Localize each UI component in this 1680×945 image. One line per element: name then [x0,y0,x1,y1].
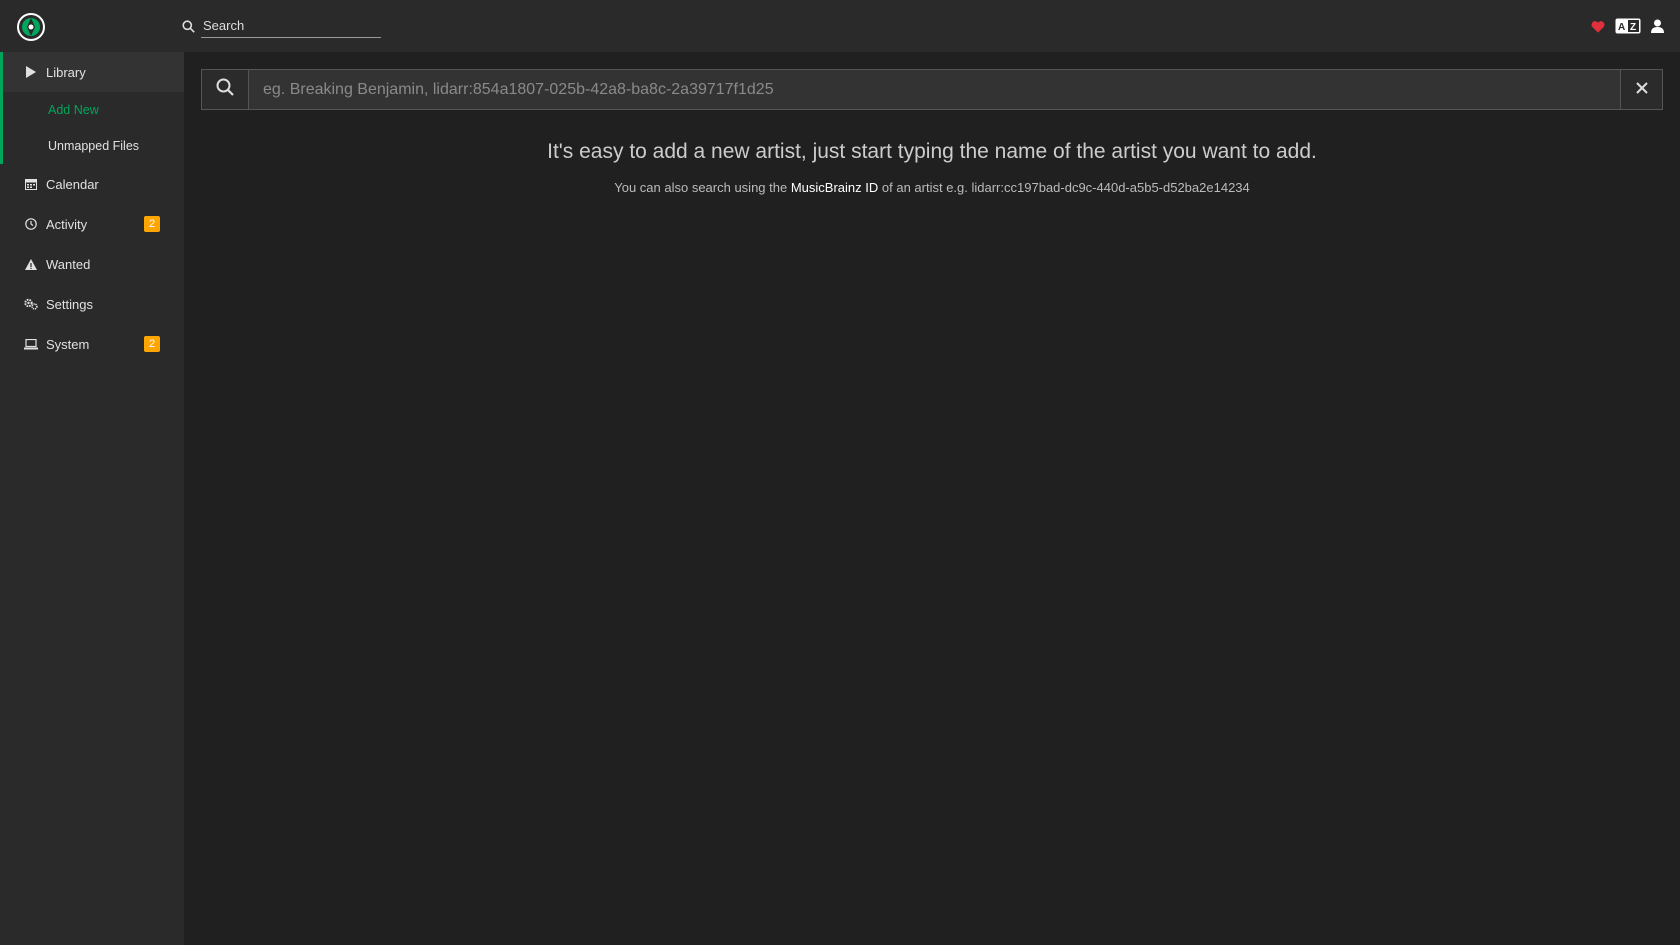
activity-count-badge: 2 [144,216,160,232]
play-icon [24,65,38,79]
svg-text:Z: Z [1630,22,1636,33]
sidebar-item-calendar[interactable]: Calendar [0,164,184,204]
system-count-badge: 2 [144,336,160,352]
sidebar-item-label: System [46,336,90,352]
calendar-icon [24,177,38,191]
gears-icon [24,297,38,311]
sidebar-item-label: Calendar [46,176,99,192]
search-icon [216,78,234,101]
artist-search-input[interactable] [249,70,1620,109]
search-icon [182,18,195,34]
help-sub-prefix: You can also search using the [614,180,788,195]
clock-icon [24,217,38,231]
artist-search-icon-box [202,70,249,109]
header-search-input[interactable] [201,14,381,38]
main-content: It's easy to add a new artist, just star… [184,52,1680,945]
close-icon [1635,81,1648,99]
sidebar-item-settings[interactable]: Settings [0,284,184,324]
add-artist-help-subtext: You can also search using the MusicBrain… [184,180,1680,195]
header-search [182,14,381,38]
sidebar-subitem-label: Add New [48,103,99,117]
sidebar-subitem-label: Unmapped Files [48,139,140,153]
laptop-icon [24,337,38,351]
heart-icon[interactable] [1591,20,1605,33]
add-artist-help-title: It's easy to add a new artist, just star… [547,140,1317,163]
sidebar-subitem-unmapped-files[interactable]: Unmapped Files [0,128,184,164]
top-header: A Z [0,0,1680,52]
sidebar-item-label: Settings [46,296,93,312]
sidebar-item-activity[interactable]: Activity 2 [0,204,184,244]
svg-text:A: A [1618,22,1625,33]
artist-search-bar [201,69,1663,110]
sidebar-item-label: Activity [46,216,88,232]
sidebar-item-library[interactable]: Library [0,52,184,92]
sidebar-item-system[interactable]: System 2 [0,324,184,364]
sidebar-subitem-add-new[interactable]: Add New [0,92,184,128]
sidebar: Library Add New Unmapped Files Calendar [0,52,184,945]
warning-icon [24,257,38,271]
musicbrainz-id-link[interactable]: MusicBrainz ID [791,180,878,195]
help-sub-suffix: of an artist e.g. lidarr:cc197bad-dc9c-4… [881,180,1250,195]
user-icon[interactable] [1651,19,1664,33]
sidebar-item-label: Library [46,64,86,80]
lidarr-logo[interactable] [16,12,46,42]
sidebar-item-label: Wanted [46,256,91,272]
header-actions: A Z [1591,14,1664,38]
keyboard-shortcuts-icon[interactable]: A Z [1615,18,1641,34]
sidebar-item-wanted[interactable]: Wanted [0,244,184,284]
clear-search-button[interactable] [1620,70,1662,109]
